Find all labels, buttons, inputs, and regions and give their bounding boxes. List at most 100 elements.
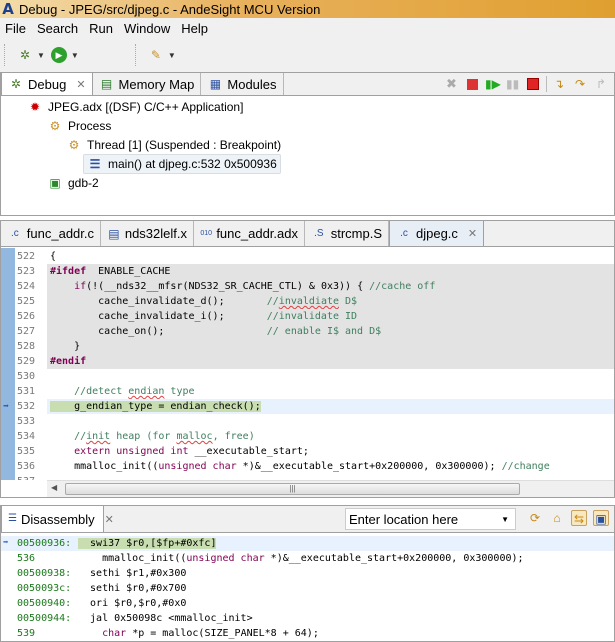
close-icon[interactable]: ✕ <box>76 78 85 91</box>
code-text: cache_invalidate_i(); //invalidate ID <box>50 309 357 324</box>
debug-view: ✲ Debug ✕ ▤ Memory Map ▦ Modules ✖ ▮▶ ▮▮ ↴ ↷… <box>0 72 615 216</box>
tree-item-launch[interactable]: ✹ JPEG.adx [(DSF) C/C++ Application] <box>27 99 243 115</box>
horizontal-scrollbar[interactable]: ◀ ||| <box>47 480 614 497</box>
refresh-icon[interactable]: ⟳ <box>527 510 543 526</box>
code-token: cache_on(); <box>50 326 267 337</box>
tab-func-addr-c[interactable]: .c func_addr.c <box>1 221 101 246</box>
location-input[interactable]: Enter location here ▼ <box>345 508 516 530</box>
code-token: unsigned char <box>158 461 237 472</box>
code-token: // <box>50 431 87 442</box>
code-token: heap (for <box>110 431 177 442</box>
instruction-text: ori $r0,$r0,#0x0 <box>78 596 186 611</box>
code-token: { <box>50 251 57 262</box>
terminate-icon[interactable] <box>527 78 539 90</box>
code-token: #ifdef <box>50 266 87 277</box>
code-token: malloc <box>176 431 213 442</box>
code-line: 527 cache_on(); // enable I$ and D$ <box>17 324 614 339</box>
code-text: extern unsigned int __executable_start; <box>50 444 309 459</box>
memory-icon: ▤ <box>100 77 113 91</box>
code-token: #endif <box>50 356 87 367</box>
resume-icon[interactable] <box>467 78 478 90</box>
remove-terminated-icon[interactable]: ✖ <box>446 77 460 91</box>
scroll-left-icon[interactable]: ◀ <box>51 483 57 492</box>
code-token: (!(__nds32__mfsr(NDS32_SR_CACHE_CTL) & 0… <box>86 281 370 292</box>
debug-view-tabs: ✲ Debug ✕ ▤ Memory Map ▦ Modules ✖ ▮▶ ▮▮ ↴ ↷… <box>1 72 614 96</box>
code-line: 525 cache_invalidate_d(); //invaldiate D… <box>17 294 614 309</box>
chevron-down-icon[interactable]: ▼ <box>168 51 176 60</box>
process-icon: ⚙ <box>49 119 61 133</box>
tree-item-thread[interactable]: ⚙ Thread [1] (Suspended : Breakpoint) <box>66 137 282 153</box>
close-icon[interactable]: ✕ <box>468 227 477 240</box>
disassembly-line: 00500938: sethi $r1,#0x300 <box>1 566 614 581</box>
close-icon[interactable]: ✕ <box>105 513 114 526</box>
step-into-icon[interactable]: ↴ <box>554 77 568 91</box>
tab-nds32lelf-x[interactable]: ▤ nds32lelf.x <box>101 221 194 246</box>
home-icon[interactable]: ⌂ <box>549 510 565 526</box>
tab-label: Memory Map <box>118 76 195 92</box>
menu-window[interactable]: Window <box>119 21 176 36</box>
code-line: 536 mmalloc_init((unsigned char *)&__exe… <box>1 459 614 474</box>
debug-actions: ✖ ▮▶ ▮▮ ↴ ↷ ↱ <box>439 76 610 92</box>
code-text: //detect endian type <box>50 384 195 399</box>
editor-tabs: .c func_addr.c ▤ nds32lelf.x 010 func_addr.… <box>1 220 614 247</box>
tab-memory-map[interactable]: ▤ Memory Map <box>92 73 202 95</box>
menu-help[interactable]: Help <box>176 21 214 36</box>
code-token: mmalloc_init(( <box>50 461 159 472</box>
code-text: if(!(__nds32__mfsr(NDS32_SR_CACHE_CTL) &… <box>50 279 435 294</box>
address: 536 <box>17 553 36 564</box>
tree-label: JPEG.adx [(DSF) C/C++ Application] <box>48 100 244 114</box>
disassembly-line: 00500940: ori $r0,$r0,#0x0 <box>1 596 614 611</box>
chevron-down-icon[interactable]: ▼ <box>37 51 45 60</box>
suspend-icon[interactable]: ▮▮ <box>506 77 520 91</box>
tree-item-process[interactable]: ⚙ Process <box>47 118 112 134</box>
code-token: //change <box>501 461 550 472</box>
resume-all-icon[interactable]: ▮▶ <box>485 77 501 91</box>
tab-func-addr-adx[interactable]: 010 func_addr.adx <box>194 221 305 246</box>
debug-button[interactable]: ✲ ▼ <box>17 47 45 63</box>
tab-label: nds32lelf.x <box>124 226 187 241</box>
chevron-down-icon[interactable]: ▼ <box>71 51 79 60</box>
app-logo-icon: A <box>2 0 14 18</box>
menu-search[interactable]: Search <box>32 21 84 36</box>
binary-file-icon: 010 <box>200 229 212 237</box>
address: 00500936: <box>17 538 72 549</box>
step-over-icon[interactable]: ↷ <box>575 77 589 91</box>
tab-label: func_addr.c <box>26 226 94 241</box>
link-with-editor-icon[interactable]: ⇆ <box>571 510 587 526</box>
code-token: // enable I$ and D$ <box>266 326 382 337</box>
instruction-text: sethi $r1,#0x300 <box>78 566 186 581</box>
run-button[interactable]: ▶ ▼ <box>50 47 79 63</box>
code-token: unsigned char <box>186 553 265 564</box>
disassembly-listing[interactable]: 00500936: swi37 $r0,[$fp+#0xfc] ➡ 536 mmal… <box>1 534 614 642</box>
disassembly-icon: ☰ <box>8 513 17 524</box>
code-token: type <box>164 386 195 397</box>
code-editor[interactable]: 522{523 #ifdef ENABLE_CACHE 524 if(!(__nds… <box>1 248 614 480</box>
tab-debug[interactable]: ✲ Debug ✕ <box>1 72 93 95</box>
disassembly-line: 539 char *p = malloc(SIZE_PANEL*8 + 64); <box>1 626 614 641</box>
code-token: D$ <box>339 296 358 307</box>
tab-disassembly[interactable]: ☰ Disassembly ✕ <box>1 505 114 532</box>
scrollbar-thumb[interactable]: ||| <box>65 483 520 495</box>
code-text: cache_on(); // enable I$ and D$ <box>50 324 381 339</box>
chevron-down-icon[interactable]: ▼ <box>501 515 509 524</box>
step-return-icon[interactable]: ↱ <box>596 77 610 91</box>
tab-strcmp-s[interactable]: .S strcmp.S <box>305 221 389 246</box>
c-file-icon: .c <box>11 227 19 239</box>
show-source-icon[interactable]: ▣ <box>593 510 609 526</box>
tree-item-gdb[interactable]: ▣ gdb-2 <box>47 175 98 191</box>
window-title: Debug - JPEG/src/djpeg.c - AndeSight MCU… <box>19 1 321 17</box>
line-number: 528 <box>17 341 36 352</box>
code-token: //invalidate ID <box>266 311 358 322</box>
code-token: mmalloc_init(( <box>78 553 187 564</box>
menu-run[interactable]: Run <box>84 21 119 36</box>
external-tools-button[interactable]: ✎ ▼ <box>148 47 176 63</box>
tab-modules[interactable]: ▦ Modules <box>201 73 284 95</box>
code-line: 534 //init heap (for malloc, free) <box>1 429 614 444</box>
menu-file[interactable]: File <box>0 21 32 36</box>
tab-djpeg-c[interactable]: .c djpeg.c ✕ <box>389 220 485 246</box>
code-token: // <box>266 296 279 307</box>
tree-item-stack-frame[interactable]: ☰ main() at djpeg.c:532 0x500936 <box>83 154 281 174</box>
